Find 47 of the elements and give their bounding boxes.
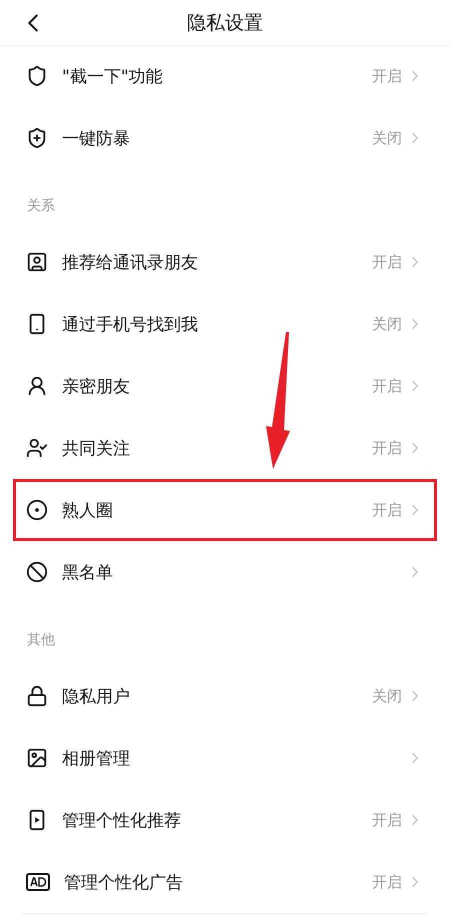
setting-value: 关闭: [372, 314, 402, 334]
shield-icon: [26, 65, 48, 87]
section-title: 关系: [26, 197, 56, 216]
setting-label: 共同关注: [62, 438, 131, 460]
setting-label: 隐私用户: [62, 686, 131, 708]
ring-icon: [26, 499, 48, 521]
setting-value: 开启: [372, 872, 402, 892]
ban-icon: [26, 561, 48, 583]
setting-label: 亲密朋友: [62, 376, 131, 398]
settings-row[interactable]: 通过手机号找到我 关闭: [13, 293, 437, 355]
settings-row[interactable]: 亲密朋友 开启: [13, 355, 437, 417]
setting-value: 开启: [372, 500, 402, 520]
setting-label: 相册管理: [62, 748, 131, 770]
setting-value: 关闭: [372, 128, 402, 148]
settings-row[interactable]: 一键防暴 关闭: [13, 107, 437, 169]
person-check-icon: [26, 437, 48, 459]
section-title: 其他: [26, 631, 56, 650]
contact-card-icon: [26, 251, 48, 273]
setting-label: "截一下"功能: [62, 66, 164, 88]
setting-label: 推荐给通讯录朋友: [62, 252, 199, 274]
highlighted-settings-row[interactable]: 熟人圈 开启: [13, 479, 437, 541]
settings-row[interactable]: 共同关注 开启: [13, 417, 437, 479]
shield-plus-icon: [26, 127, 48, 149]
image-icon: [26, 747, 48, 769]
setting-label: 熟人圈: [62, 500, 114, 522]
setting-label: 管理个性化推荐: [62, 810, 182, 832]
setting-value: 开启: [372, 66, 402, 86]
setting-label: 黑名单: [62, 562, 114, 584]
setting-value: 开启: [372, 252, 402, 272]
page-title: 隐私设置: [187, 10, 263, 36]
setting-label: 通过手机号找到我: [62, 314, 199, 336]
settings-row[interactable]: 管理个性化广告 开启: [13, 851, 437, 913]
setting-label: 一键防暴: [62, 128, 131, 150]
settings-row[interactable]: 相册管理: [13, 727, 437, 789]
settings-row[interactable]: 黑名单: [13, 541, 437, 603]
settings-row[interactable]: "截一下"功能 开启: [13, 45, 437, 107]
lock-icon: [26, 685, 48, 707]
person-icon: [26, 375, 48, 397]
setting-value: 关闭: [372, 686, 402, 706]
setting-value: 开启: [372, 438, 402, 458]
settings-row[interactable]: 推荐给通讯录朋友 开启: [13, 231, 437, 293]
setting-value: 开启: [372, 810, 402, 830]
settings-row[interactable]: 管理个性化推荐 开启: [13, 789, 437, 851]
ad-icon: [26, 872, 50, 892]
settings-row[interactable]: 隐私用户 关闭: [13, 665, 437, 727]
setting-label: 管理个性化广告: [64, 872, 184, 894]
setting-value: 开启: [372, 376, 402, 396]
